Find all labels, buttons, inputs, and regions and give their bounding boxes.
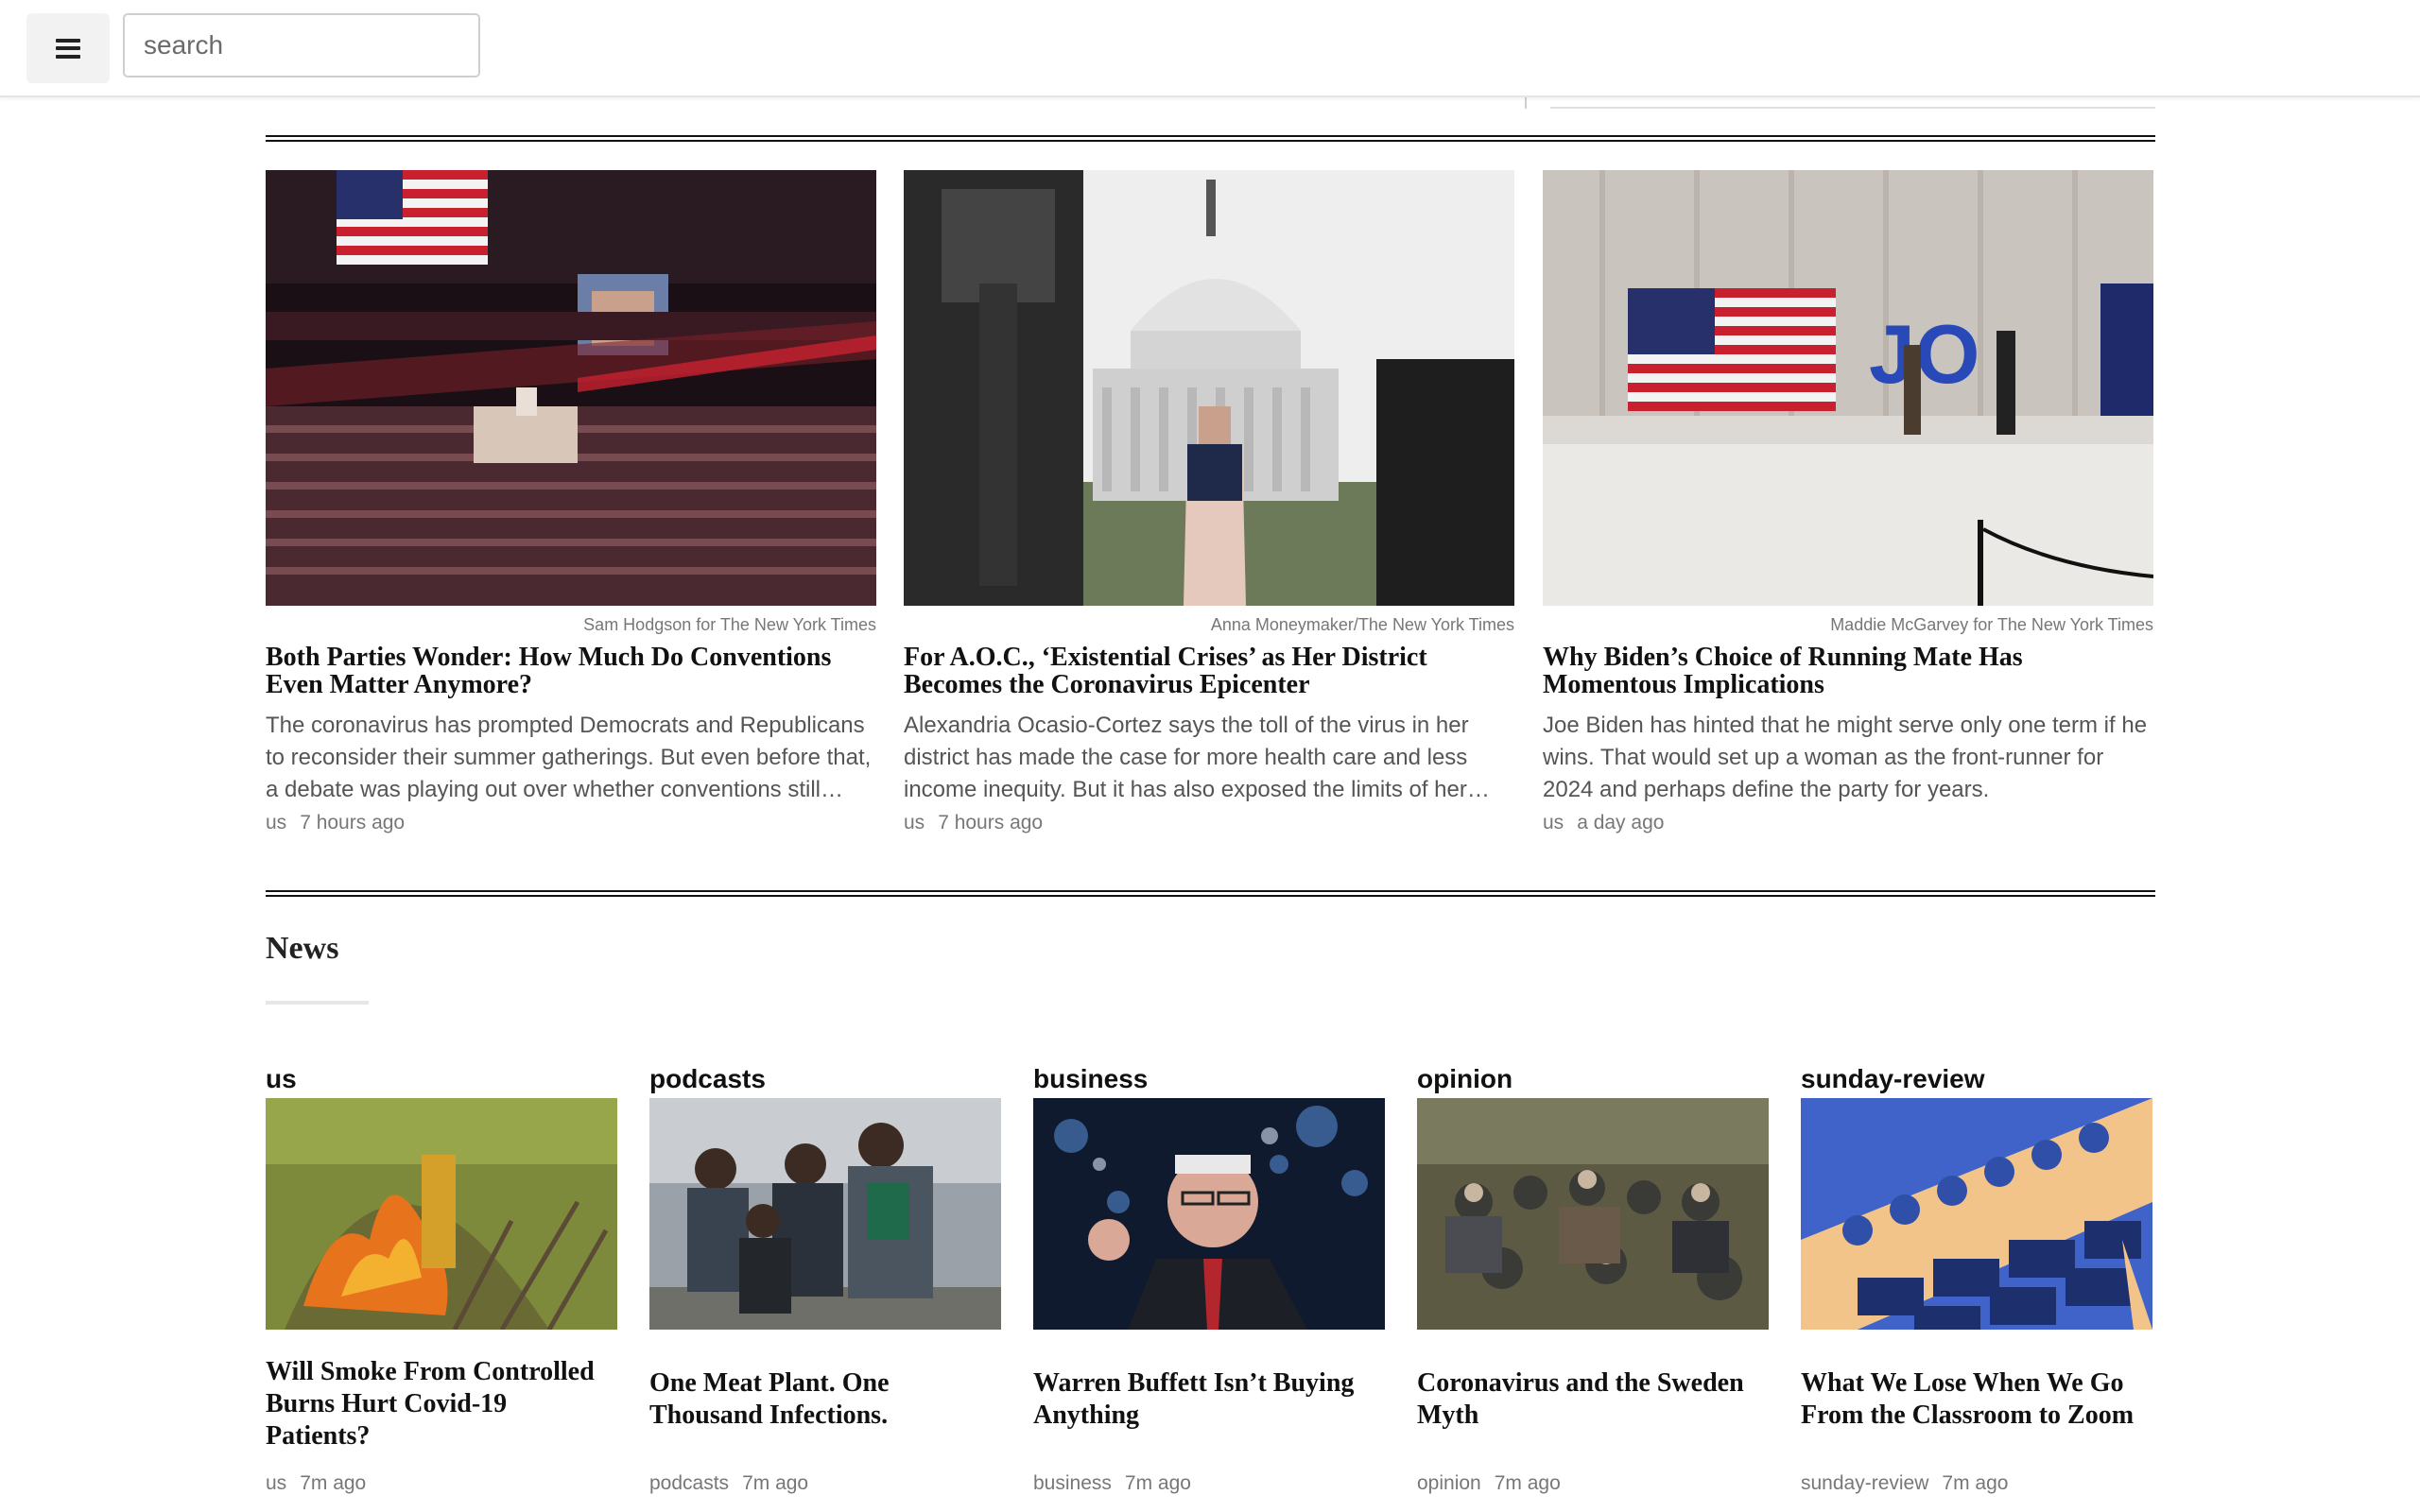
hamburger-menu-icon: [56, 38, 80, 59]
double-rule-top: [266, 135, 2155, 142]
story-time: 7 hours ago: [300, 812, 406, 833]
story-meta: us 7 hours ago: [266, 812, 876, 834]
news-title[interactable]: Coronavirus and the Sweden Myth: [1417, 1367, 1769, 1432]
top-story-card: JO Maddie McGarvey for The New York Time…: [1543, 170, 2153, 834]
photo-credit: Anna Moneymaker/The New York Times: [1210, 615, 1514, 634]
news-card: business Warren Buffett Isn’t Buying Any…: [1033, 1060, 1385, 1494]
top-story-card: Sam Hodgson for The New York Times Both …: [266, 170, 876, 834]
news-thumbnail-controlled-burn[interactable]: [266, 1098, 617, 1330]
news-card: sunday-review What We Lose When We Go Fr…: [1801, 1060, 2152, 1494]
news-section[interactable]: podcasts: [649, 1472, 729, 1494]
story-summary: Joe Biden has hinted that he might serve…: [1543, 713, 2148, 802]
story-section[interactable]: us: [266, 812, 286, 833]
story-headline[interactable]: Why Biden’s Choice of Running Mate Has M…: [1543, 644, 2153, 698]
news-time: 7m ago: [1124, 1472, 1191, 1494]
story-time: 7 hours ago: [938, 812, 1044, 833]
top-bar: [0, 0, 2420, 97]
news-time: 7m ago: [1942, 1472, 2009, 1494]
story-meta: us 7 hours ago: [904, 812, 1514, 834]
story-photo-convention[interactable]: [266, 170, 876, 606]
news-card: opinion Coronavirus and the Sweden Myth …: [1417, 1060, 1769, 1494]
news-category[interactable]: business: [1033, 1060, 1385, 1098]
news-meta: business 7m ago: [1033, 1472, 1191, 1495]
news-card: podcasts One Meat Plant. One Thousand In…: [649, 1060, 1001, 1494]
news-section[interactable]: business: [1033, 1472, 1112, 1494]
section-title: News: [266, 931, 339, 966]
news-section[interactable]: us: [266, 1472, 286, 1494]
section-divider: [1550, 107, 2155, 109]
news-title[interactable]: What We Lose When We Go From the Classro…: [1801, 1367, 2152, 1432]
story-photo-capitol[interactable]: [904, 170, 1514, 606]
story-section[interactable]: us: [904, 812, 925, 833]
column-divider: [1525, 97, 1527, 109]
top-story-card: Anna Moneymaker/The New York Times For A…: [904, 170, 1514, 834]
news-meta: podcasts 7m ago: [649, 1472, 808, 1495]
news-meta: sunday-review 7m ago: [1801, 1472, 2008, 1495]
news-title[interactable]: One Meat Plant. One Thousand Infections.: [649, 1367, 1001, 1432]
news-section[interactable]: opinion: [1417, 1472, 1481, 1494]
double-rule-middle: [266, 890, 2155, 897]
news-meta: opinion 7m ago: [1417, 1472, 1561, 1495]
section-title-underline: [266, 1001, 369, 1005]
news-card: us Will Smoke From Controlled Burns Hurt…: [266, 1060, 617, 1494]
news-category[interactable]: us: [266, 1060, 617, 1098]
menu-button[interactable]: [26, 13, 110, 83]
story-headline[interactable]: Both Parties Wonder: How Much Do Convent…: [266, 644, 876, 698]
svg-text:JO: JO: [1869, 307, 1979, 401]
news-thumbnail-buffett[interactable]: [1033, 1098, 1385, 1330]
news-thumbnail-classroom-illustration[interactable]: [1801, 1098, 2152, 1330]
news-thumbnail-park-gathering[interactable]: [1417, 1098, 1769, 1330]
story-summary: The coronavirus has prompted Democrats a…: [266, 713, 872, 802]
news-time: 7m ago: [300, 1472, 367, 1494]
story-headline[interactable]: For A.O.C., ‘Existential Crises’ as Her …: [904, 644, 1514, 698]
news-time: 7m ago: [742, 1472, 809, 1494]
story-meta: us a day ago: [1543, 812, 2153, 834]
news-thumbnail-family[interactable]: [649, 1098, 1001, 1330]
photo-credit: Sam Hodgson for The New York Times: [583, 615, 876, 634]
news-category[interactable]: opinion: [1417, 1060, 1769, 1098]
story-time: a day ago: [1577, 812, 1665, 833]
photo-credit: Maddie McGarvey for The New York Times: [1830, 615, 2153, 634]
news-title[interactable]: Warren Buffett Isn’t Buying Anything: [1033, 1367, 1385, 1432]
search-input[interactable]: [123, 13, 480, 77]
story-photo-biden-stage[interactable]: JO: [1543, 170, 2153, 606]
news-time: 7m ago: [1494, 1472, 1561, 1494]
news-section[interactable]: sunday-review: [1801, 1472, 1928, 1494]
story-summary: Alexandria Ocasio-Cortez says the toll o…: [904, 713, 1469, 802]
news-meta: us 7m ago: [266, 1472, 366, 1495]
news-category[interactable]: sunday-review: [1801, 1060, 2152, 1098]
news-category[interactable]: podcasts: [649, 1060, 1001, 1098]
story-section[interactable]: us: [1543, 812, 1564, 833]
news-title[interactable]: Will Smoke From Controlled Burns Hurt Co…: [266, 1356, 617, 1452]
